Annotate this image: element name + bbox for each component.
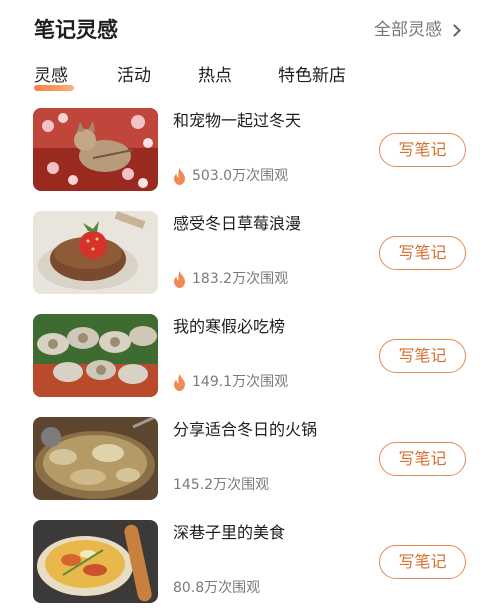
view-count-text: 149.1万次围观: [192, 374, 289, 390]
view-count: 149.1万次围观: [173, 372, 288, 392]
tab-inspiration[interactable]: 灵感: [34, 64, 74, 91]
view-count-text: 145.2万次围观: [173, 477, 270, 493]
all-inspirations-label: 全部灵感: [374, 20, 442, 40]
tab-label: 活动: [117, 66, 151, 86]
write-note-button[interactable]: 写笔记: [379, 133, 466, 167]
thumbnail-image: [33, 108, 158, 191]
thumbnail-image: [33, 314, 158, 397]
write-note-button[interactable]: 写笔记: [379, 236, 466, 270]
fire-icon: [174, 167, 185, 185]
list-item[interactable]: 我的寒假必吃榜 149.1万次围观 写笔记: [0, 310, 500, 410]
tab-label: 特色新店: [278, 66, 346, 86]
view-count-text: 183.2万次围观: [192, 271, 289, 287]
item-title: 和宠物一起过冬天: [173, 111, 302, 130]
tab-label: 热点: [198, 66, 232, 86]
view-count: 183.2万次围观: [173, 269, 288, 289]
all-inspirations-link[interactable]: 全部灵感: [374, 14, 462, 46]
chevron-right-icon: [448, 23, 461, 37]
thumbnail-image: [33, 520, 158, 603]
view-count-text: 80.8万次围观: [173, 580, 261, 596]
item-title: 我的寒假必吃榜: [173, 317, 286, 336]
list-item[interactable]: 深巷子里的美食 80.8万次围观 写笔记: [0, 516, 500, 615]
view-count: 145.2万次围观: [173, 475, 269, 495]
item-title: 分享适合冬日的火锅: [173, 420, 318, 439]
tab-activities[interactable]: 活动: [117, 64, 151, 88]
write-note-button[interactable]: 写笔记: [379, 442, 466, 476]
thumbnail-image: [33, 211, 158, 294]
view-count: 503.0万次围观: [173, 166, 288, 186]
view-count-text: 503.0万次围观: [192, 168, 289, 184]
view-count: 80.8万次围观: [173, 578, 260, 598]
write-note-button[interactable]: 写笔记: [379, 339, 466, 373]
header: 笔记灵感 全部灵感: [34, 14, 462, 48]
list-item[interactable]: 分享适合冬日的火锅 145.2万次围观 写笔记: [0, 413, 500, 513]
fire-icon: [174, 270, 185, 288]
tab-trending[interactable]: 热点: [198, 64, 232, 88]
write-note-button[interactable]: 写笔记: [379, 545, 466, 579]
tab-featured-new-stores[interactable]: 特色新店: [278, 64, 346, 88]
item-title: 感受冬日草莓浪漫: [173, 214, 302, 233]
thumbnail-image: [33, 417, 158, 500]
page-title: 笔记灵感: [34, 18, 118, 42]
fire-icon: [174, 373, 185, 391]
tab-bar: 灵感 活动 热点 特色新店: [34, 64, 474, 96]
tab-label: 灵感: [34, 66, 68, 86]
list-item[interactable]: 和宠物一起过冬天 503.0万次围观 写笔记: [0, 104, 500, 204]
list-item[interactable]: 感受冬日草莓浪漫 183.2万次围观 写笔记: [0, 207, 500, 307]
item-title: 深巷子里的美食: [173, 523, 286, 542]
